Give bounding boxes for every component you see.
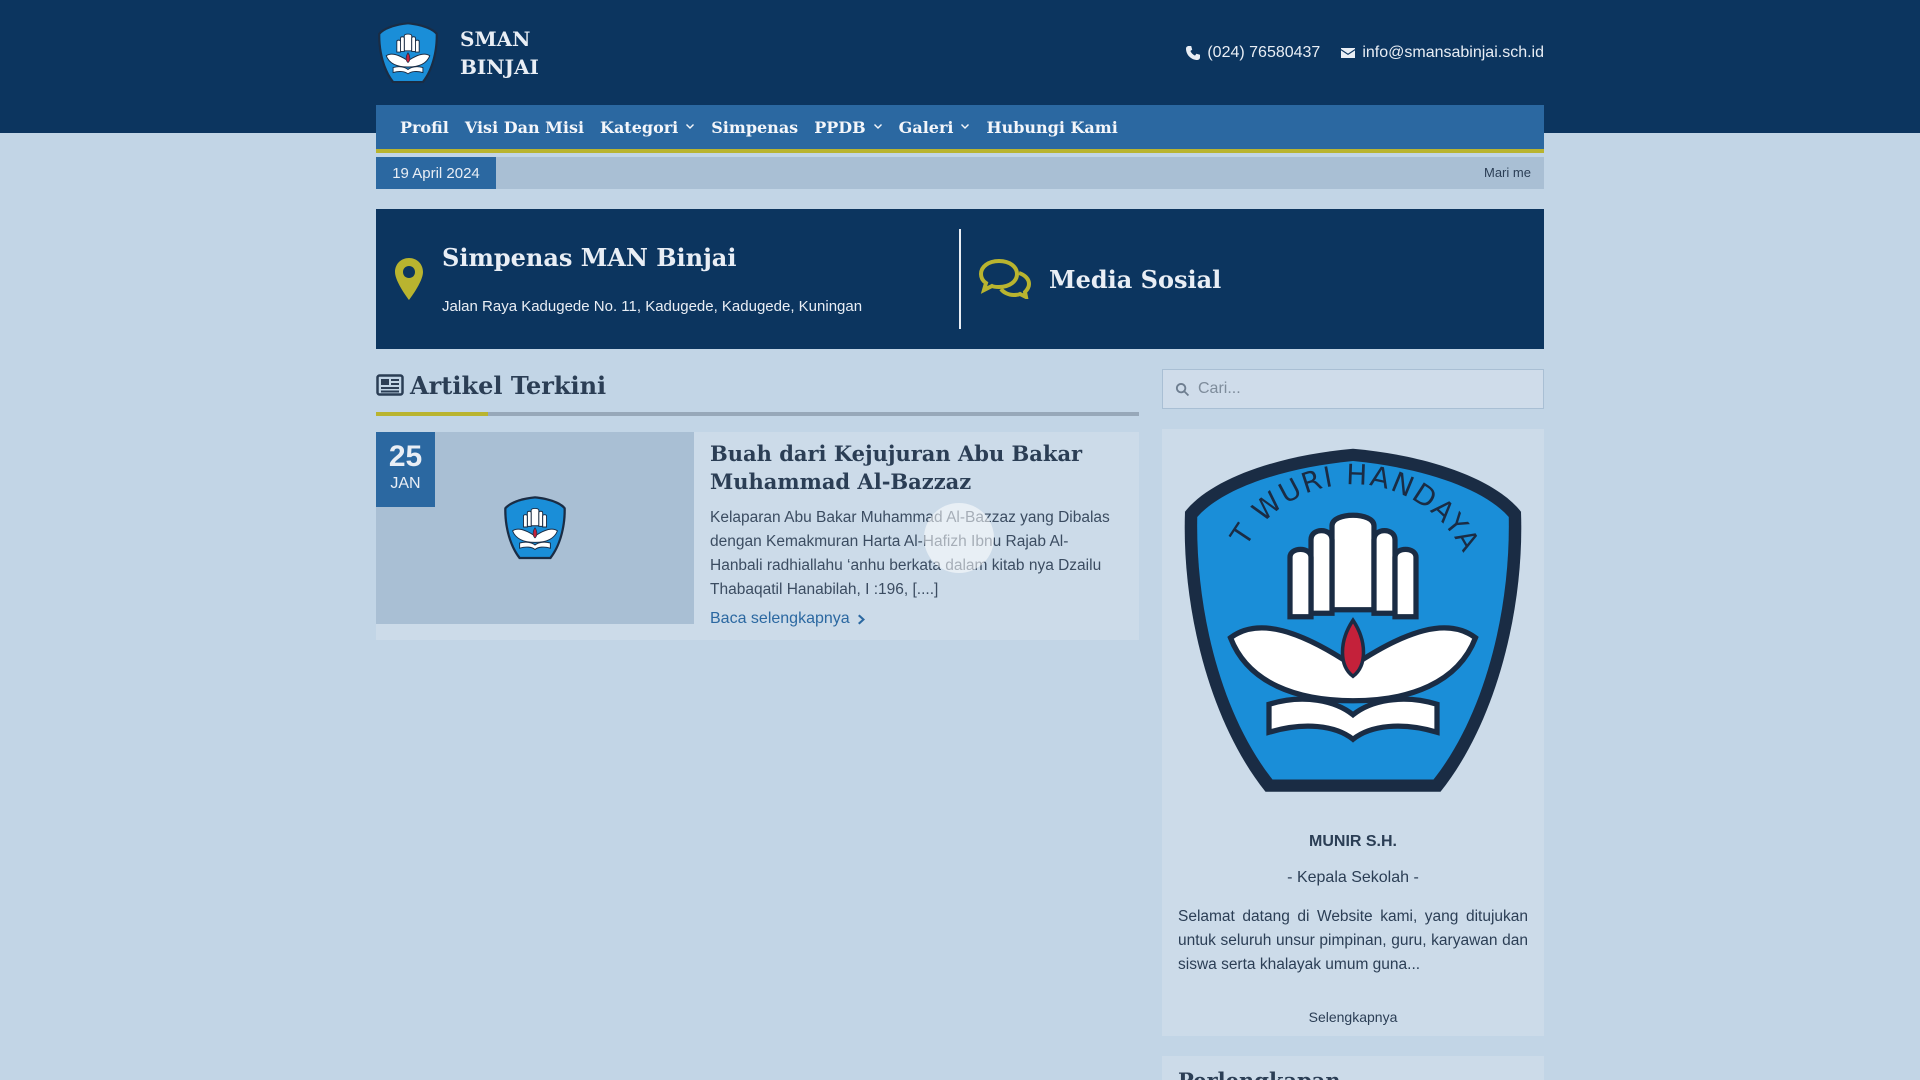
location-block: Simpenas MAN Binjai Jalan Raya Kadugede …: [376, 229, 961, 329]
phone-icon: [1186, 46, 1201, 60]
article-date-badge: 25 JAN: [376, 432, 435, 507]
ticker-date: 19 April 2024: [376, 157, 496, 189]
school-logo-icon[interactable]: [376, 21, 440, 85]
principal-role: - Kepala Sekolah -: [1287, 869, 1419, 886]
nav-label: Simpenas: [711, 117, 799, 137]
location-title: Simpenas MAN Binjai: [442, 243, 737, 272]
next-widget-heading: Perlengkapan: [1178, 1068, 1528, 1080]
nav-profil[interactable]: Profil: [400, 118, 449, 137]
tut-wuri-handayani-logo-icon: TUT WURI HANDAYANI: [1178, 441, 1528, 803]
chat-bubbles-icon: [979, 259, 1031, 299]
social-block: Media Sosial: [961, 229, 1544, 329]
next-widget: Perlengkapan: [1162, 1056, 1544, 1080]
contact-phone: (024) 76580437: [1185, 44, 1320, 62]
nav-label: Kategori: [600, 117, 679, 137]
search-icon: [1175, 382, 1190, 396]
newspaper-icon: [376, 374, 404, 396]
principal-card: TUT WURI HANDAYANI MUNIR S.H. - Kepala S…: [1162, 429, 1544, 1036]
nav-label: Profil: [400, 117, 449, 137]
principal-name: MUNIR S.H.: [1309, 833, 1397, 850]
article-card: 25 JAN Buah dari Kejujuran Abu Bakar Muh…: [376, 432, 1139, 640]
article-excerpt: Kelaparan Abu Bakar Muhammad Al-Bazzaz y…: [710, 509, 1110, 598]
contact-email[interactable]: info@smansabinjai.sch.id: [1340, 44, 1544, 62]
read-more-link[interactable]: Baca selengkapnya: [710, 610, 867, 628]
main-nav: Profil Visi Dan Misi Kategori Simpenas P…: [376, 105, 1544, 153]
ticker-text[interactable]: Mari me: [1484, 157, 1544, 189]
article-body: Buah dari Kejujuran Abu Bakar Muhammad A…: [710, 440, 1115, 628]
article-month: JAN: [390, 475, 421, 492]
nav-hubungi-kami[interactable]: Hubungi Kami: [986, 118, 1117, 137]
nav-label: Visi Dan Misi: [464, 117, 585, 137]
section-divider: [376, 412, 1139, 416]
email-address[interactable]: info@smansabinjai.sch.id: [1362, 44, 1544, 62]
nav-galeri[interactable]: Galeri: [899, 118, 971, 137]
read-more-principal[interactable]: Selengkapnya: [1178, 1009, 1528, 1025]
site-name[interactable]: SMAN BINJAI: [460, 25, 550, 81]
chevron-down-icon: [686, 124, 695, 129]
nav-ppdb[interactable]: PPDB: [814, 118, 882, 137]
section-title: Artikel Terkini: [376, 370, 1139, 400]
social-title: Media Sosial: [1049, 264, 1222, 294]
principal-greeting: Selamat datang di Website kami, yang dit…: [1178, 908, 1528, 973]
chevron-down-icon: [873, 124, 882, 129]
location-address: Jalan Raya Kadugede No. 11, Kadugede, Ka…: [442, 298, 863, 315]
article-day: 25: [388, 440, 423, 473]
articles-section: Artikel Terkini 25 JAN Buah dari Kejujur…: [376, 370, 1139, 640]
news-ticker: 19 April 2024 Mari me: [376, 157, 1544, 189]
nav-simpenas[interactable]: Simpenas: [711, 118, 798, 137]
search-input[interactable]: [1198, 380, 1518, 398]
nav-label: PPDB: [814, 117, 866, 137]
school-logo-icon: [502, 495, 568, 561]
chevron-right-icon: [857, 614, 865, 624]
phone-number: (024) 76580437: [1207, 44, 1321, 61]
section-title-text: Artikel Terkini: [410, 370, 607, 400]
envelope-icon: [1341, 48, 1356, 58]
mouse-cursor-highlight: [924, 503, 994, 573]
read-more-label: Baca selengkapnya: [710, 610, 850, 627]
nav-label: Hubungi Kami: [986, 117, 1118, 137]
article-title[interactable]: Buah dari Kejujuran Abu Bakar Muhammad A…: [710, 440, 1115, 496]
search-box: [1162, 369, 1544, 409]
site-brand: SMAN BINJAI (024) 76580437 info@smansabi…: [376, 20, 1544, 86]
map-pin-icon: [395, 258, 423, 300]
nav-label: Galeri: [898, 117, 954, 137]
chevron-down-icon: [961, 124, 970, 129]
info-bar: Simpenas MAN Binjai Jalan Raya Kadugede …: [376, 209, 1544, 349]
contact-info: (024) 76580437 info@smansabinjai.sch.id: [1165, 20, 1544, 86]
nav-kategori[interactable]: Kategori: [600, 118, 695, 137]
nav-visi-misi[interactable]: Visi Dan Misi: [465, 118, 584, 137]
